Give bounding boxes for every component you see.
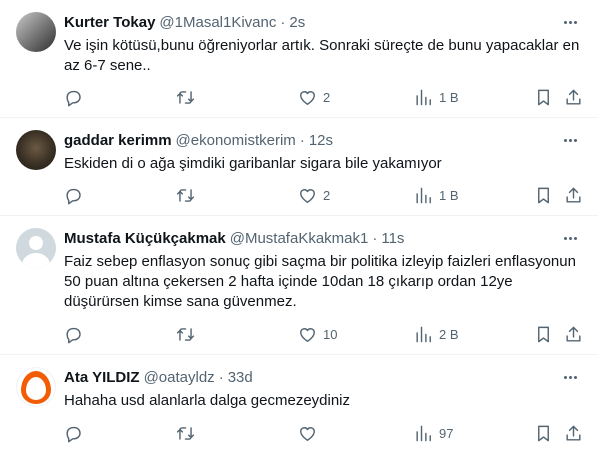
retweet-button[interactable] [176, 324, 201, 344]
avatar[interactable] [16, 130, 56, 170]
timestamp[interactable]: 2s [289, 14, 305, 31]
author-name[interactable]: Kurter Tokay [64, 14, 155, 31]
reply-button[interactable] [64, 324, 89, 344]
share-button[interactable] [564, 185, 583, 205]
tweet[interactable]: Kurter Tokay @1Masal1Kivanc · 2s Ve işin… [0, 0, 598, 118]
author-name[interactable]: gaddar kerimm [64, 132, 172, 149]
share-button[interactable] [564, 423, 583, 443]
author-name[interactable]: Mustafa Küçükçakmak [64, 230, 226, 247]
like-button[interactable]: 2 [298, 87, 330, 107]
timestamp[interactable]: 12s [309, 132, 333, 149]
egg-avatar-center [26, 377, 46, 400]
share-button[interactable] [564, 87, 583, 107]
action-bar: 97 [64, 423, 584, 443]
like-button[interactable]: 10 [298, 324, 337, 344]
bookmark-icon [538, 326, 549, 342]
separator-dot: · [280, 13, 286, 31]
like-button[interactable] [298, 423, 323, 443]
separator-dot: · [372, 229, 378, 247]
tweet-header: gaddar kerimm @ekonomistkerim · 12s [64, 130, 333, 150]
action-bar: 10 2 B [64, 324, 584, 344]
author-handle[interactable]: @MustafaKkakmak1 [230, 230, 369, 247]
default-avatar-head [29, 236, 43, 250]
bookmark-icon [538, 425, 549, 441]
bookmark-button[interactable] [534, 324, 553, 344]
action-bar: 2 1 B [64, 87, 584, 107]
tweet[interactable]: Mustafa Küçükçakmak @MustafaKkakmak1 · 1… [0, 216, 598, 355]
tweet[interactable]: gaddar kerimm @ekonomistkerim · 12s Eski… [0, 118, 598, 216]
timestamp[interactable]: 33d [228, 369, 253, 386]
more-options-icon[interactable] [560, 131, 580, 149]
views-button[interactable]: 1 B [414, 185, 459, 205]
retweet-icon [176, 426, 195, 440]
tweet-header: Ata YILDIZ @oatayldz · 33d [64, 367, 253, 387]
avatar[interactable] [16, 12, 56, 52]
tweet-text: Hahaha usd alanlarla dalga gecmezeydiniz [64, 392, 351, 409]
tweet-text: Ve işin kötüsü,bunu öğreniyorlar artık. … [64, 37, 584, 74]
views-chart-icon [416, 326, 431, 342]
more-options-icon[interactable] [560, 13, 580, 31]
separator-dot: · [299, 131, 305, 149]
reply-button[interactable] [64, 423, 89, 443]
author-name[interactable]: Ata YILDIZ [64, 369, 140, 386]
avatar[interactable] [16, 228, 56, 268]
retweet-icon [176, 327, 195, 341]
separator-dot: · [218, 368, 224, 386]
bookmark-icon [538, 187, 549, 203]
bookmark-icon [538, 89, 549, 105]
share-icon [566, 425, 581, 441]
author-handle[interactable]: @1Masal1Kivanc [159, 14, 276, 31]
views-button[interactable]: 2 B [414, 324, 459, 344]
tweet-header: Kurter Tokay @1Masal1Kivanc · 2s [64, 12, 305, 32]
share-icon [566, 89, 581, 105]
tweet-header: Mustafa Küçükçakmak @MustafaKkakmak1 · 1… [64, 228, 404, 248]
author-handle[interactable]: @ekonomistkerim [176, 132, 296, 149]
reply-button[interactable] [64, 185, 89, 205]
author-handle[interactable]: @oatayldz [144, 369, 215, 386]
views-chart-icon [416, 425, 431, 441]
share-button[interactable] [564, 324, 583, 344]
reply-button[interactable] [64, 87, 89, 107]
more-options-icon[interactable] [560, 368, 580, 386]
more-options-icon[interactable] [560, 229, 580, 247]
view-count: 1 B [439, 187, 459, 203]
avatar[interactable] [16, 367, 56, 407]
share-icon [566, 187, 581, 203]
views-chart-icon [416, 187, 431, 203]
heart-icon [300, 327, 315, 342]
view-count: 1 B [439, 89, 459, 105]
bookmark-button[interactable] [534, 185, 553, 205]
view-count: 2 B [439, 326, 459, 342]
views-button[interactable]: 1 B [414, 87, 459, 107]
bookmark-button[interactable] [534, 423, 553, 443]
default-avatar-body [22, 253, 50, 268]
reply-icon [66, 90, 81, 106]
retweet-button[interactable] [176, 185, 201, 205]
reply-icon [66, 426, 81, 442]
like-count: 10 [323, 326, 338, 342]
retweet-button[interactable] [176, 423, 201, 443]
views-chart-icon [416, 89, 431, 105]
retweet-icon [176, 188, 195, 202]
heart-icon [300, 188, 315, 203]
action-bar: 2 1 B [64, 185, 584, 205]
like-button[interactable]: 2 [298, 185, 330, 205]
heart-icon [300, 90, 315, 105]
tweet-text: Eskiden di o ağa şimdiki garibanlar siga… [64, 155, 442, 172]
retweet-button[interactable] [176, 87, 201, 107]
reply-icon [66, 327, 81, 343]
retweet-icon [176, 90, 195, 104]
tweet-text: Faiz sebep enflasyon sonuç gibi saçma bi… [64, 253, 581, 310]
heart-icon [300, 426, 315, 441]
timestamp[interactable]: 11s [381, 230, 404, 247]
tweet[interactable]: Ata YILDIZ @oatayldz · 33d Hahaha usd al… [0, 355, 598, 458]
like-count: 2 [323, 89, 331, 105]
bookmark-button[interactable] [534, 87, 553, 107]
like-count: 2 [323, 187, 331, 203]
view-count: 97 [439, 425, 454, 441]
reply-icon [66, 188, 81, 204]
views-button[interactable]: 97 [414, 423, 453, 443]
share-icon [566, 326, 581, 342]
